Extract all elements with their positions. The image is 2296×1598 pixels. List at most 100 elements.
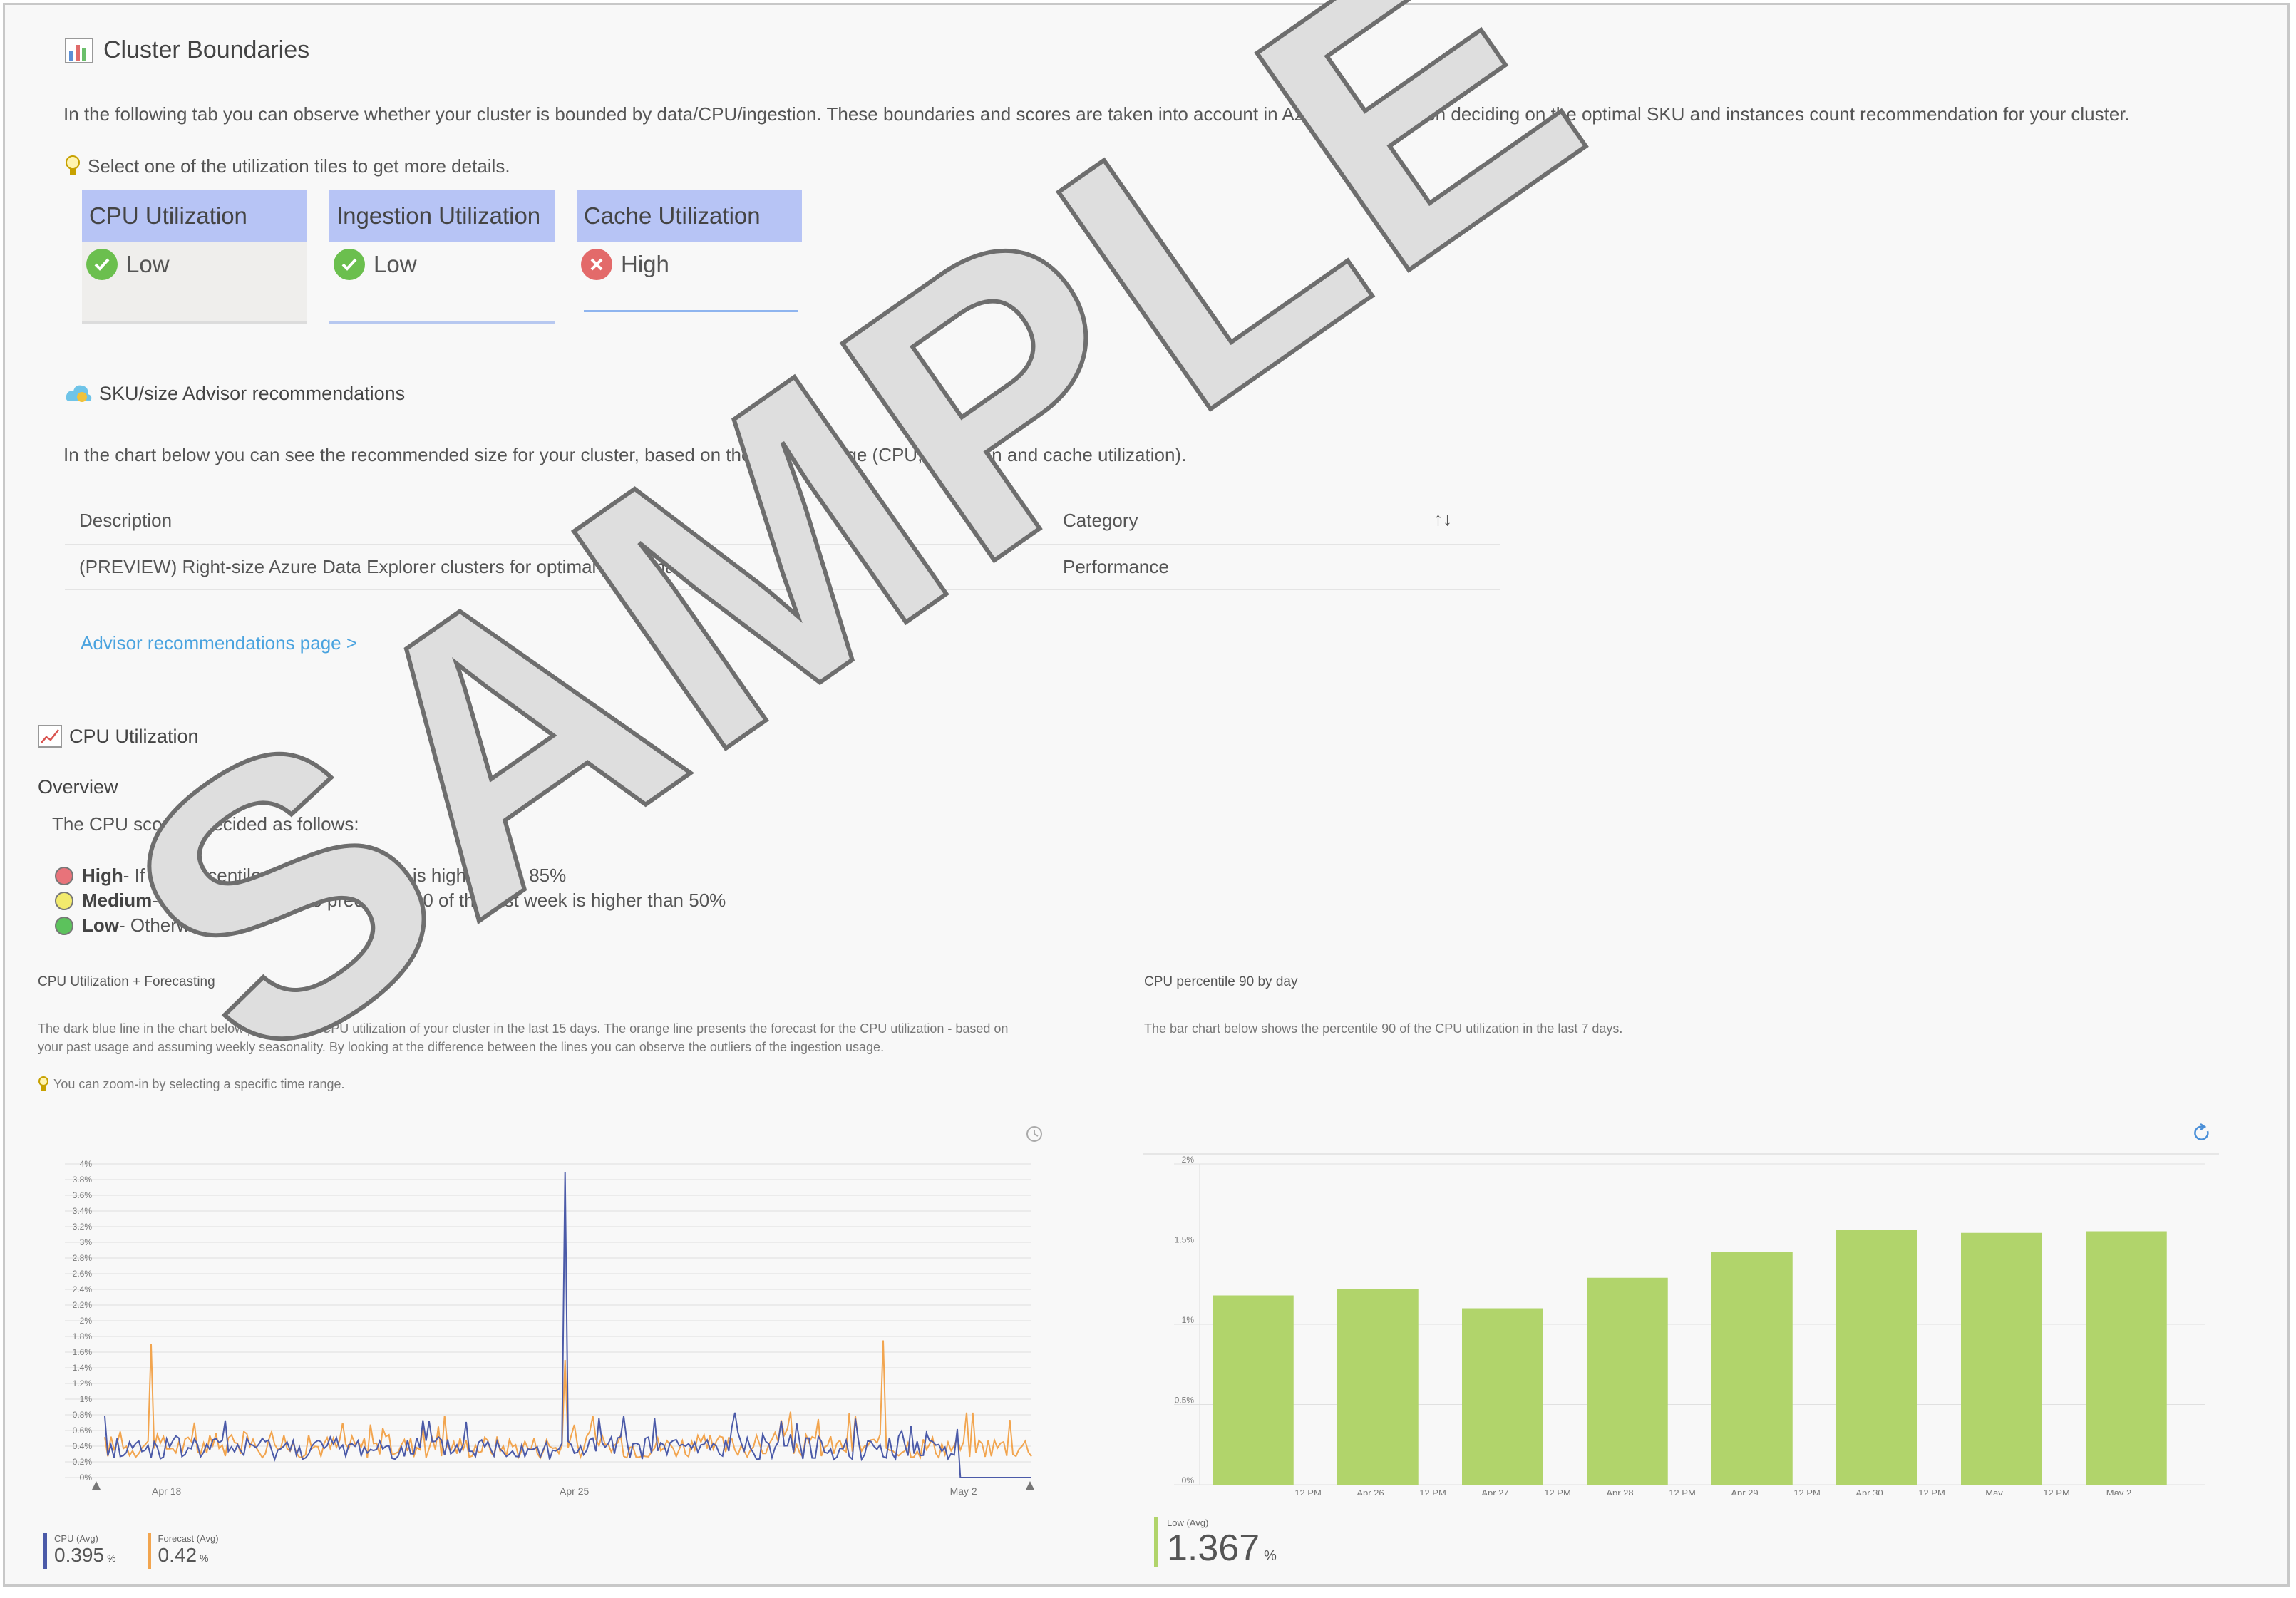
- legend-item-cpu: CPU (Avg) 0.395%: [43, 1533, 116, 1569]
- y-tick-label: 0.5%: [1175, 1396, 1195, 1406]
- bar: [1462, 1308, 1543, 1485]
- error-circle-icon: [581, 249, 612, 280]
- tile-cache-utilization[interactable]: Cache Utilization High: [577, 190, 802, 313]
- forecast-desc-line2: your past usage and assuming weekly seas…: [38, 1040, 885, 1054]
- y-tick-label: 1%: [1182, 1315, 1195, 1325]
- bar-chart-icon: [65, 37, 93, 63]
- page-header: Cluster Boundaries: [65, 36, 309, 64]
- tile-hint: Select one of the utilization tiles to g…: [65, 155, 510, 177]
- line-chart-icon: [38, 725, 62, 748]
- cpu-score-rules: High - If the precentile 80 of the last …: [55, 863, 726, 938]
- tile-title: Cache Utilization: [577, 190, 802, 242]
- rule-low: Low - Otherwise: [55, 913, 726, 938]
- cloud-gear-icon: [66, 385, 92, 402]
- check-circle-icon: [334, 249, 365, 280]
- bar: [1213, 1295, 1294, 1485]
- x-tick-label: Apr 28: [1606, 1488, 1633, 1495]
- p90-legend: Low (Avg) 1.367%: [1154, 1517, 1277, 1576]
- advisor-recommendations-link[interactable]: Advisor recommendations page >: [81, 632, 357, 654]
- forecast-desc-line1: The dark blue line in the chart below pr…: [38, 1021, 1009, 1036]
- tile-cpu-utilization[interactable]: CPU Utilization Low: [82, 190, 307, 324]
- recommendations-table: Description ↑ Category ↑↓ (PREVIEW) Righ…: [65, 497, 1500, 590]
- cpu-forecast-chart[interactable]: 0% 0.2% 0.4% 0.6% 0.8% 1% 1.2% 1.4% 1.6% 1.8% 2% 2.…: [34, 1117, 1053, 1516]
- y-tick-label: 3.2%: [73, 1222, 93, 1232]
- x-tick-label: Apr 18: [152, 1485, 181, 1497]
- x-tick-label: 12 PM: [1544, 1488, 1571, 1495]
- y-tick-label: 3.6%: [73, 1190, 93, 1200]
- x-tick-label: May 2: [2106, 1488, 2131, 1495]
- intro-text: In the following tab you can observe whe…: [63, 103, 2130, 125]
- bar: [1836, 1230, 1917, 1485]
- y-tick-label: 2.6%: [73, 1269, 93, 1279]
- table-header-row: Description ↑ Category ↑↓: [65, 497, 1500, 545]
- y-tick-label: 4%: [80, 1159, 93, 1169]
- rule-high: High - If the precentile 80 of the last …: [55, 863, 726, 888]
- y-tick-label: 2.8%: [73, 1253, 93, 1263]
- tile-status: Low: [374, 251, 417, 277]
- y-tick-label: 1.6%: [73, 1347, 93, 1357]
- forecast-chart-title: CPU Utilization + Forecasting: [38, 974, 215, 989]
- table-cell-description: (PREVIEW) Right-size Azure Data Explorer…: [79, 556, 706, 577]
- tile-title: CPU Utilization: [82, 190, 307, 242]
- x-tick-label: 12 PM: [2043, 1488, 2070, 1495]
- y-tick-label: 1.8%: [73, 1331, 93, 1341]
- x-tick-label: 12 PM: [1793, 1488, 1821, 1495]
- column-header-description[interactable]: Description: [79, 510, 172, 532]
- range-handle-right[interactable]: [1026, 1481, 1034, 1490]
- y-tick-label: 2.2%: [73, 1300, 93, 1310]
- sort-both-icon[interactable]: ↑↓: [1433, 508, 1452, 530]
- x-tick-label: Apr 30: [1855, 1488, 1883, 1495]
- dashboard-frame: Cluster Boundaries In the following tab …: [3, 0, 2290, 1587]
- forecast-legend: CPU (Avg) 0.395% Forecast (Avg) 0.42%: [43, 1533, 219, 1569]
- x-tick-label: 12 PM: [1669, 1488, 1696, 1495]
- lightbulb-icon: [66, 155, 80, 175]
- range-handle-left[interactable]: [92, 1481, 101, 1490]
- table-row[interactable]: (PREVIEW) Right-size Azure Data Explorer…: [65, 545, 1500, 590]
- p90-chart-title: CPU percentile 90 by day: [1144, 974, 1298, 989]
- overview-heading: Overview: [38, 776, 118, 798]
- x-tick-label: Apr 25: [560, 1485, 589, 1497]
- page-title: Cluster Boundaries: [103, 36, 310, 63]
- p90-bar-chart[interactable]: 0% 0.5% 1% 1.5% 2% 12 PM Apr 26 12 PM Apr 27 12 …: [1143, 1117, 2226, 1495]
- sku-section-header: SKU/size Advisor recommendations: [65, 381, 405, 406]
- x-tick-label: Apr 29: [1731, 1488, 1758, 1495]
- y-tick-label: 3.4%: [73, 1206, 93, 1216]
- legend-item-forecast: Forecast (Avg) 0.42%: [147, 1533, 219, 1569]
- x-tick-label: 12 PM: [1294, 1488, 1322, 1495]
- x-tick-label: May: [1985, 1488, 2003, 1495]
- y-tick-label: 3.8%: [73, 1175, 93, 1185]
- lightbulb-icon: [38, 1076, 48, 1091]
- cpu-score-intro: The CPU score is decided as follows:: [52, 813, 359, 835]
- bar: [1711, 1252, 1793, 1485]
- bar: [2086, 1231, 2167, 1485]
- tile-ingestion-utilization[interactable]: Ingestion Utilization Low: [329, 190, 555, 324]
- sku-description: In the chart below you can see the recom…: [63, 444, 1187, 465]
- history-icon[interactable]: [1026, 1126, 1042, 1142]
- y-tick-label: 1.4%: [73, 1363, 93, 1373]
- y-tick-label: 0.6%: [73, 1426, 93, 1435]
- tile-status: Low: [126, 251, 170, 277]
- green-dot-icon: [55, 916, 73, 935]
- y-tick-label: 2.4%: [73, 1284, 93, 1294]
- column-header-category[interactable]: Category: [1063, 510, 1138, 532]
- y-tick-label: 0.2%: [73, 1457, 93, 1467]
- bar: [1337, 1289, 1419, 1485]
- y-tick-label: 0%: [1182, 1475, 1195, 1485]
- y-tick-label: 3%: [80, 1237, 93, 1247]
- y-tick-label: 0%: [80, 1473, 93, 1483]
- reset-zoom-icon[interactable]: [2194, 1123, 2209, 1140]
- zoom-hint: You can zoom-in by selecting a specific …: [38, 1076, 345, 1093]
- y-tick-label: 2%: [1182, 1155, 1195, 1165]
- red-dot-icon: [55, 866, 73, 885]
- y-tick-label: 0.8%: [73, 1410, 93, 1420]
- tile-status: High: [621, 251, 669, 277]
- y-tick-label: 1.2%: [73, 1378, 93, 1388]
- y-tick-label: 1.5%: [1175, 1235, 1195, 1245]
- tile-title: Ingestion Utilization: [329, 190, 555, 242]
- x-tick-label: May 2: [950, 1485, 977, 1497]
- bar: [1587, 1277, 1668, 1485]
- x-tick-label: 12 PM: [1419, 1488, 1446, 1495]
- yellow-dot-icon: [55, 891, 73, 910]
- sort-icon[interactable]: ↑: [1013, 508, 1021, 528]
- table-cell-category: Performance: [1063, 556, 1169, 577]
